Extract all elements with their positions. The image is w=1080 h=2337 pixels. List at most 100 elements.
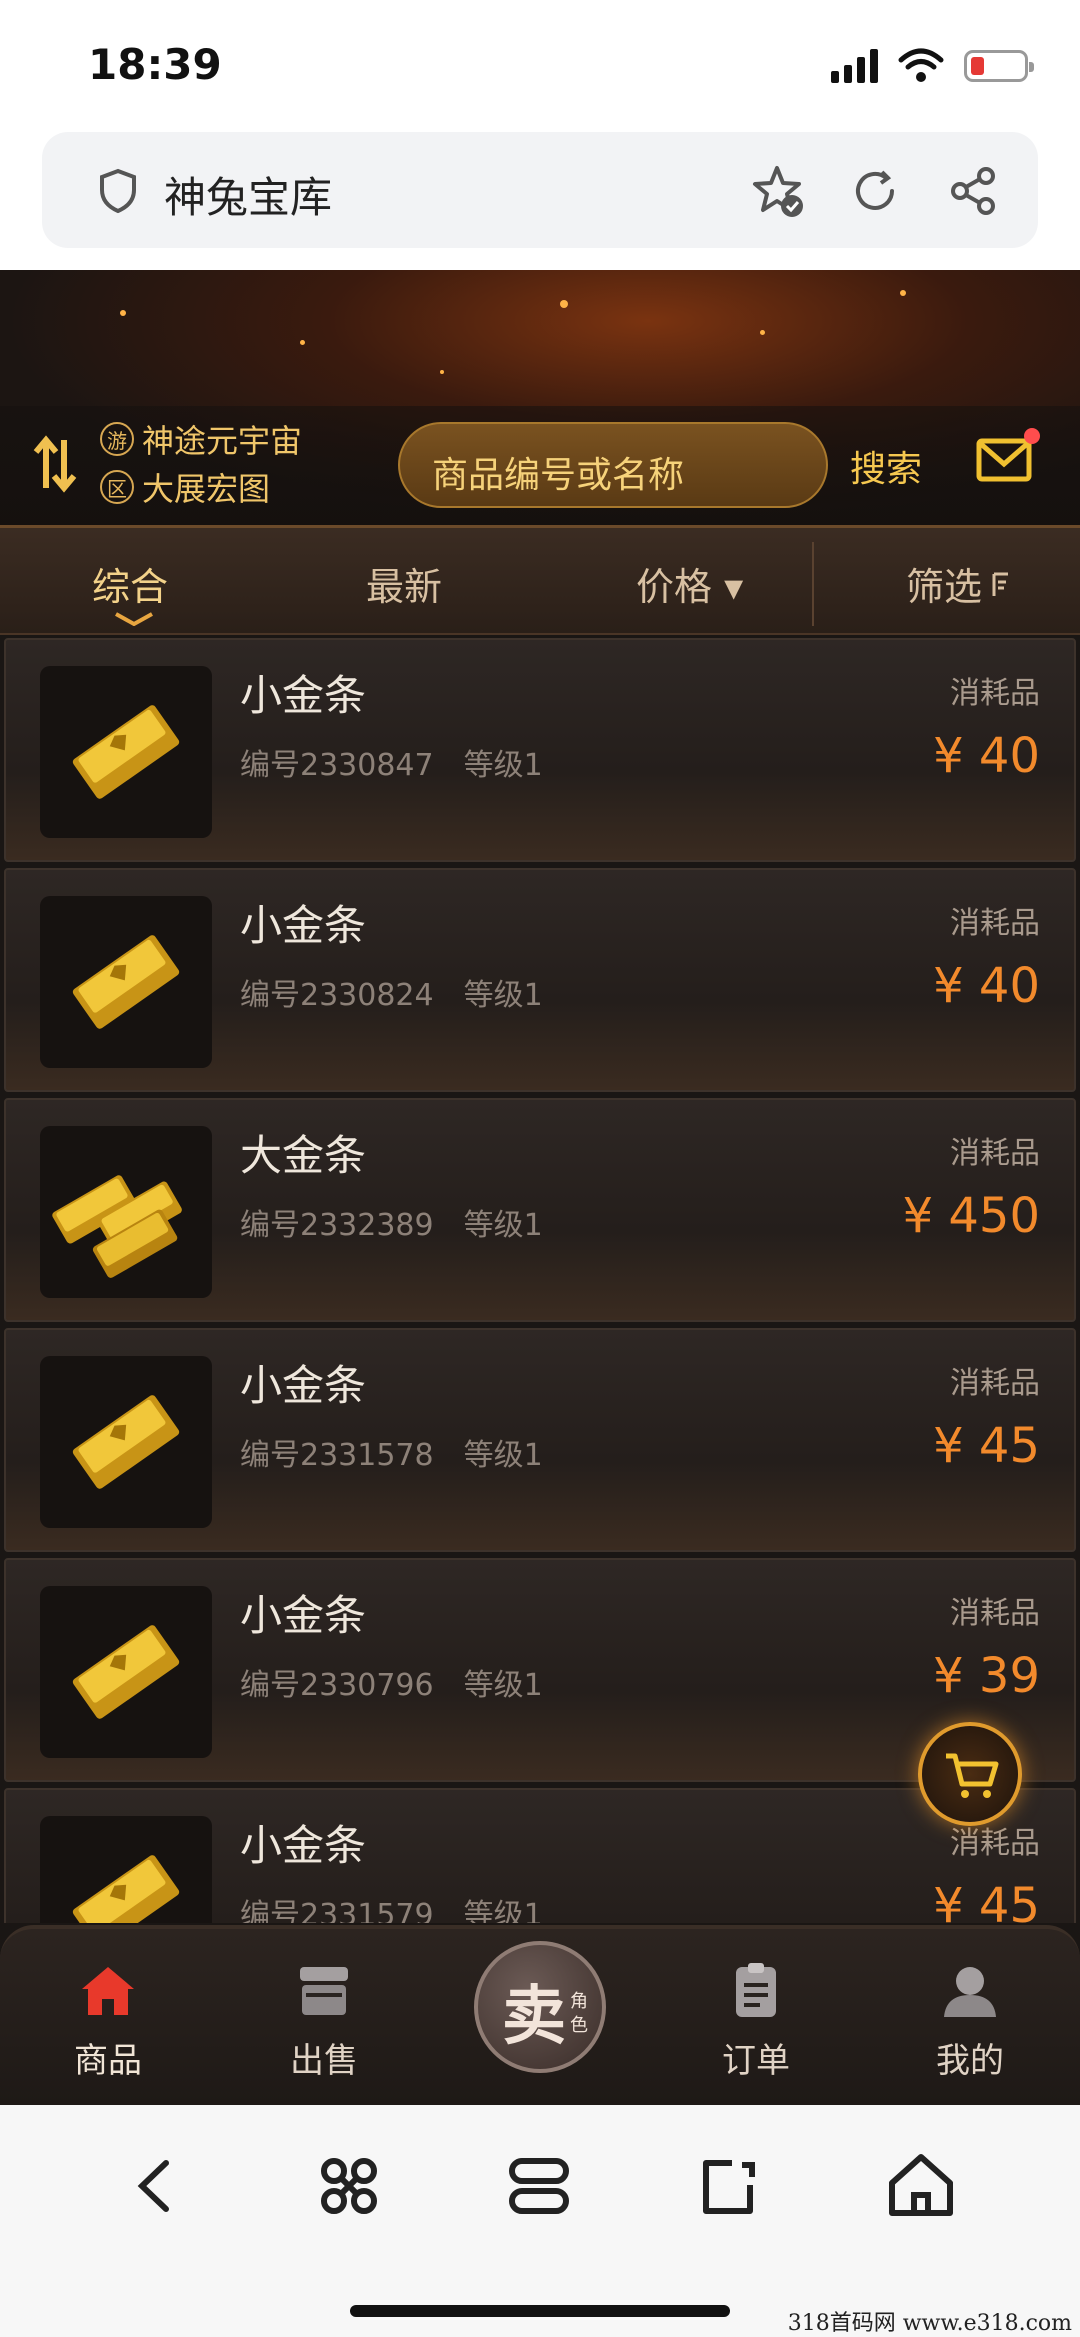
favorite-star-icon[interactable] (748, 162, 806, 220)
item-list: 小金条 编号2330847 等级1 消耗品 ¥ 40 小金条 编号2330824 等… (0, 638, 1080, 1923)
nav-mine[interactable]: 我的 (900, 1959, 1040, 2082)
item-price: ¥ 40 (933, 958, 1040, 1014)
item-category: 消耗品 (950, 906, 1040, 941)
item-category: 消耗品 (950, 1596, 1040, 1631)
sort-tabs: 综合 最新 价格 ▾ 筛选 (0, 525, 1080, 635)
tab-latest[interactable]: 最新 (366, 556, 442, 611)
item-level: 等级1 (463, 1438, 543, 1473)
list-item[interactable]: 大金条 编号2332389 等级1 消耗品 ¥ 450 (4, 1098, 1076, 1322)
item-level: 等级1 (463, 748, 543, 783)
status-bar: 18:39 (0, 0, 1080, 130)
list-item[interactable]: 小金条 编号2330847 等级1 消耗品 ¥ 40 (4, 638, 1076, 862)
window-button[interactable] (686, 2141, 776, 2231)
search-button[interactable]: 搜索 (850, 440, 922, 492)
window-icon (703, 2160, 755, 2214)
cart-button[interactable] (918, 1722, 1022, 1826)
item-level: 等级1 (463, 1668, 543, 1703)
item-id: 编号2330847 (240, 748, 434, 783)
mail-button[interactable] (976, 428, 1040, 484)
watermark: 318首码网 www.e318.com (787, 2311, 1072, 2336)
item-level: 等级1 (463, 1898, 543, 1923)
server-tag: 区 (100, 470, 134, 504)
sell-big-label: 卖 (502, 1980, 566, 2054)
nav-goods-label: 商品 (74, 2041, 142, 2081)
nav-orders[interactable]: 订单 (686, 1959, 826, 2082)
sell-small-label-1: 角 (570, 1991, 588, 2012)
item-id: 编号2332389 (240, 1208, 434, 1243)
server-name-row[interactable]: 区 大展宏图 (100, 464, 270, 510)
item-price: ¥ 450 (902, 1188, 1040, 1244)
filter-icon (992, 572, 1008, 596)
home-button[interactable] (876, 2141, 966, 2231)
nav-goods[interactable]: 商品 (38, 1959, 178, 2082)
server-name: 大展宏图 (142, 470, 271, 508)
item-level: 等级1 (463, 1208, 543, 1243)
game-name-row[interactable]: 游 神途元宇宙 (100, 416, 302, 462)
battery-icon (964, 50, 1034, 82)
item-name: 大金条 (240, 1131, 367, 1180)
item-meta: 编号2330824 等级1 (240, 970, 543, 1014)
command-icon (321, 2158, 377, 2214)
chevron-left-icon (137, 2160, 169, 2212)
list-item[interactable]: 小金条 编号2331579 等级1 消耗品 ¥ 45 (4, 1788, 1076, 1923)
search-placeholder: 商品编号或名称 (432, 455, 685, 496)
apps-button[interactable] (304, 2141, 394, 2231)
shop-icon (300, 1967, 348, 2015)
gold-bars-stack-icon (40, 1126, 212, 1298)
gold-bar-icon (40, 896, 212, 1068)
address-bar[interactable]: 神兔宝库 (42, 132, 1038, 248)
sell-character-button[interactable]: 卖 角 色 (474, 1941, 606, 2073)
item-category: 消耗品 (950, 676, 1040, 711)
list-item[interactable]: 小金条 编号2330824 等级1 消耗品 ¥ 40 (4, 868, 1076, 1092)
status-time: 18:39 (88, 40, 222, 89)
switch-server-icon[interactable] (32, 434, 78, 494)
tab-active-indicator (115, 612, 153, 626)
item-id: 编号2331578 (240, 1438, 434, 1473)
gold-bar-icon (40, 1586, 212, 1758)
back-button[interactable] (112, 2141, 202, 2231)
clipboard-icon (736, 1963, 776, 2017)
item-id: 编号2330796 (240, 1668, 434, 1703)
tab-price[interactable]: 价格 ▾ (636, 556, 743, 611)
home-indicator[interactable] (350, 2305, 730, 2317)
nav-mine-label: 我的 (936, 2041, 1004, 2081)
nav-sell-list-label: 出售 (290, 2041, 358, 2081)
header-controls: 游 神途元宇宙 区 大展宏图 商品编号或名称 搜索 (0, 406, 1080, 525)
tab-filter[interactable]: 筛选 (906, 556, 982, 611)
tabs-icon (509, 2158, 569, 2214)
status-icons (831, 48, 1034, 84)
item-price: ¥ 45 (933, 1878, 1040, 1923)
signal-icon (831, 49, 878, 83)
search-input[interactable]: 商品编号或名称 (398, 422, 828, 508)
tabs-button[interactable] (494, 2141, 584, 2231)
item-meta: 编号2330847 等级1 (240, 740, 543, 784)
item-price: ¥ 40 (933, 728, 1040, 784)
page-title: 神兔宝库 (164, 173, 333, 222)
item-name: 小金条 (240, 1361, 367, 1410)
gold-bar-icon (40, 666, 212, 838)
wifi-icon (898, 48, 944, 82)
item-price: ¥ 45 (933, 1418, 1040, 1474)
home-outline-icon (889, 2154, 953, 2216)
item-meta: 编号2331578 等级1 (240, 1430, 543, 1474)
bottom-nav: 商品 出售 卖 角 色 订单 我的 (0, 1925, 1080, 2105)
item-name: 小金条 (240, 671, 367, 720)
shield-icon (100, 168, 136, 214)
list-item[interactable]: 小金条 编号2330796 等级1 消耗品 ¥ 39 (4, 1558, 1076, 1782)
item-name: 小金条 (240, 901, 367, 950)
item-category: 消耗品 (950, 1136, 1040, 1171)
refresh-icon[interactable] (846, 162, 904, 220)
list-item[interactable]: 小金条 编号2331578 等级1 消耗品 ¥ 45 (4, 1328, 1076, 1552)
nav-sell-list[interactable]: 出售 (254, 1959, 394, 2082)
tab-overall[interactable]: 综合 (92, 556, 168, 611)
user-icon (944, 1967, 996, 2017)
browser-toolbar: 318首码网 www.e318.com (0, 2105, 1080, 2337)
item-name: 小金条 (240, 1821, 367, 1870)
item-name: 小金条 (240, 1591, 367, 1640)
share-icon[interactable] (944, 162, 1002, 220)
nav-orders-label: 订单 (722, 2041, 790, 2081)
browser-bar: 神兔宝库 (0, 130, 1080, 270)
item-category: 消耗品 (950, 1366, 1040, 1401)
mail-icon (976, 438, 1032, 482)
item-meta: 编号2330796 等级1 (240, 1660, 543, 1704)
